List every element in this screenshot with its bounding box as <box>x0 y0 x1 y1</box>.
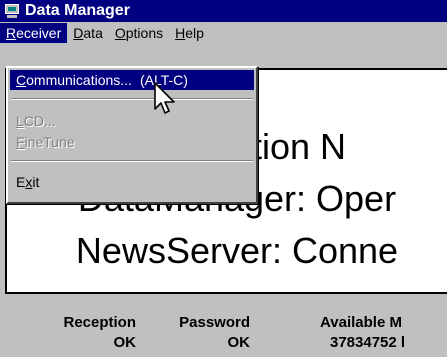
menu-item-exit-label: Exit <box>16 174 40 190</box>
menu-receiver[interactable]: Receiver <box>0 23 68 43</box>
header-reception: Reception <box>63 314 136 331</box>
menu-item-finetune-label: FineTune <box>16 134 75 150</box>
title-bar: Data Manager <box>0 0 447 22</box>
computer-icon <box>5 4 19 18</box>
menu-options[interactable]: Options <box>109 23 169 43</box>
menu-item-finetune[interactable]: FineTune <box>10 132 254 152</box>
mouse-pointer-icon <box>154 82 175 114</box>
menu-bar: Receiver Data Options Help <box>0 22 447 44</box>
window-title: Data Manager <box>25 2 130 19</box>
menu-data[interactable]: Data <box>67 23 109 43</box>
status-newsserver: NewsServer: Conne <box>75 230 399 271</box>
value-reception: OK <box>113 334 137 351</box>
menu-item-communications[interactable]: Communications... (ALT-C) <box>10 70 254 90</box>
menu-help[interactable]: Help <box>169 23 210 43</box>
value-password: OK <box>227 334 251 351</box>
menu-item-communications-label: Communications... <box>16 72 132 88</box>
header-password: Password <box>179 314 250 331</box>
menu-item-lcd[interactable]: LCD... <box>10 111 254 131</box>
menu-separator <box>11 160 253 162</box>
value-available: 37834752 l <box>330 334 406 351</box>
receiver-dropdown-menu: Communications... (ALT-C) LCD... FineTun… <box>6 66 258 204</box>
header-available: Available M <box>320 314 402 331</box>
menu-separator <box>11 98 253 100</box>
menu-item-lcd-label: LCD... <box>16 113 56 129</box>
menu-item-exit[interactable]: Exit <box>10 172 254 192</box>
